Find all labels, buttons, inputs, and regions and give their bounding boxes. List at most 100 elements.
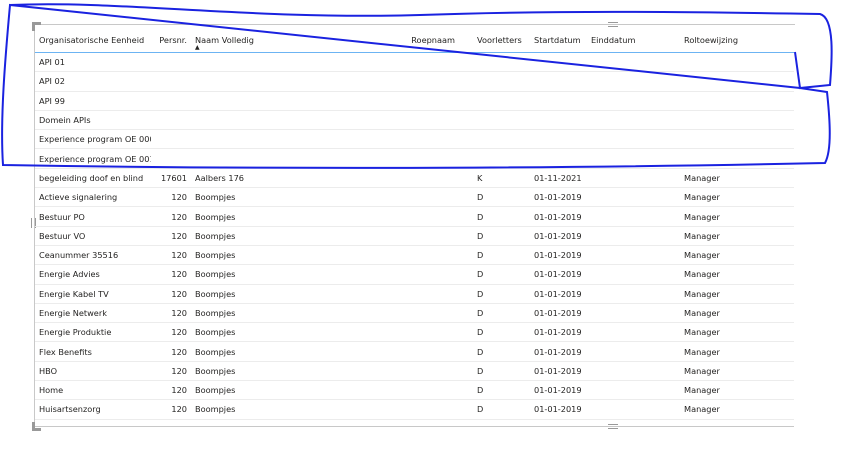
table-cell: Flex Benefits [35,341,151,362]
frame-bottom-border [34,426,794,427]
table-cell [459,129,530,150]
table-row[interactable]: Bestuur VO 120 Boompjes D 01-01-2019 Manager [35,226,794,246]
table-row[interactable]: Energie Netwerk 120 Boompjes D 01-01-2019 Man… [35,303,794,324]
table-cell [666,110,794,131]
table-cell [191,52,377,73]
table-row[interactable]: Flex Benefits 120 Boompjes D 01-01-2019 Manag… [35,341,794,362]
table-cell [377,380,459,401]
table-row[interactable]: Experience program OE 0004 [35,129,794,150]
table-row[interactable]: Ceanummer 35516 120 Boompjes D 01-01-2019 Man… [35,245,794,266]
table-cell [587,168,666,189]
table-cell: Boompjes [191,361,377,382]
table-cell: Manager [666,341,794,362]
table-row[interactable]: begeleiding doof en blind 17601 Aalbers 17… [35,168,794,189]
table-cell [530,52,587,73]
column-header-roltoewijzing[interactable]: Roltoewijzing [666,28,794,53]
table-row[interactable]: Domein APIs [35,110,794,131]
table-cell [377,129,459,150]
table-row[interactable]: HBO 120 Boompjes D 01-01-2019 Manager [35,361,794,382]
table-cell: D [459,341,530,362]
table-cell [151,110,191,131]
table-cell: 01-01-2019 [530,303,587,324]
resize-handle-bottom-left[interactable] [32,422,41,431]
table-cell: Energie Produktie [35,322,151,343]
table-row[interactable]: Energie Advies 120 Boompjes D 01-01-2019 Mana… [35,264,794,285]
table-cell [377,264,459,285]
table-row[interactable]: API 02 [35,71,794,92]
table-cell [666,52,794,73]
table-cell: Home [35,380,151,401]
table-cell: 120 [151,361,191,382]
column-header-roepnaam[interactable]: Roepnaam [377,28,459,53]
table-cell: Manager [666,264,794,285]
table-cell [377,110,459,131]
table-cell: 120 [151,206,191,227]
table-cell: 01-01-2019 [530,206,587,227]
table-cell [377,245,459,266]
table-row[interactable]: Home 120 Boompjes D 01-01-2019 Manager [35,380,794,401]
table-cell [530,71,587,92]
table-cell [191,148,377,169]
table-cell: Manager [666,322,794,343]
table-cell: K [459,168,530,189]
table-cell: API 01 [35,52,151,73]
resize-handle-top[interactable] [608,22,618,27]
table-row[interactable]: Bestuur PO 120 Boompjes D 01-01-2019 Manager [35,206,794,227]
table-cell [587,264,666,285]
table-row[interactable]: Energie Kabel TV 120 Boompjes D 01-01-2019 Ma… [35,284,794,304]
table-row[interactable]: Energie Produktie 120 Boompjes D 01-01-2019 M… [35,322,794,343]
table-cell: 120 [151,322,191,343]
table-cell [587,129,666,150]
table-row[interactable]: Experience program OE 0013 [35,148,794,169]
table-cell: Energie Netwerk [35,303,151,324]
table-cell: Manager [666,206,794,227]
table-cell: Boompjes [191,399,377,420]
table-cell: D [459,303,530,324]
table-cell [377,226,459,246]
table-cell: D [459,226,530,246]
column-header-persnr[interactable]: Persnr. [151,28,191,53]
column-header-organisatorische-eenheid[interactable]: Organisatorische Eenheid [35,28,151,53]
table-cell [377,206,459,227]
table-cell [377,52,459,73]
table-cell [587,206,666,227]
table-cell: 01-01-2019 [530,187,587,208]
header-row: Organisatorische Eenheid Persnr. Naam Vo… [35,28,794,53]
table-cell: D [459,284,530,304]
table-cell: Boompjes [191,284,377,304]
table-cell: Manager [666,245,794,266]
column-header-einddatum[interactable]: Einddatum [587,28,666,53]
table-cell [377,284,459,304]
table-row[interactable]: Huisartsenzorg 120 Boompjes D 01-01-2019 Mana… [35,399,794,420]
table-cell: 120 [151,380,191,401]
table-cell [587,341,666,362]
table-cell [587,71,666,92]
table-cell: Boompjes [191,322,377,343]
table-cell: Experience program OE 0013 [35,148,151,169]
table-cell [587,399,666,420]
table-cell: Boompjes [191,245,377,266]
table-cell [191,71,377,92]
table-cell [587,245,666,266]
table-cell [377,399,459,420]
table-row[interactable]: Actieve signalering 120 Boompjes D 01-01-201… [35,187,794,208]
table-cell: API 99 [35,91,151,111]
table-cell: Boompjes [191,341,377,362]
table-cell: Energie Kabel TV [35,284,151,304]
table-cell [459,148,530,169]
table-cell [666,91,794,111]
resize-handle-bottom[interactable] [608,424,618,429]
table-cell: Boompjes [191,226,377,246]
table-cell [530,148,587,169]
column-header-startdatum[interactable]: Startdatum [530,28,587,53]
table-cell: Huisartsenzorg [35,399,151,420]
table-cell: 01-01-2019 [530,380,587,401]
table-row[interactable]: API 01 [35,52,794,73]
table-row[interactable]: API 99 [35,91,794,111]
table-cell [377,187,459,208]
column-header-naam-volledig[interactable]: Naam Volledig ▲ [191,28,377,53]
table-cell: 01-01-2019 [530,284,587,304]
column-header-voorletters[interactable]: Voorletters [459,28,530,53]
table-cell: Domein APIs [35,110,151,131]
table-cell: D [459,380,530,401]
